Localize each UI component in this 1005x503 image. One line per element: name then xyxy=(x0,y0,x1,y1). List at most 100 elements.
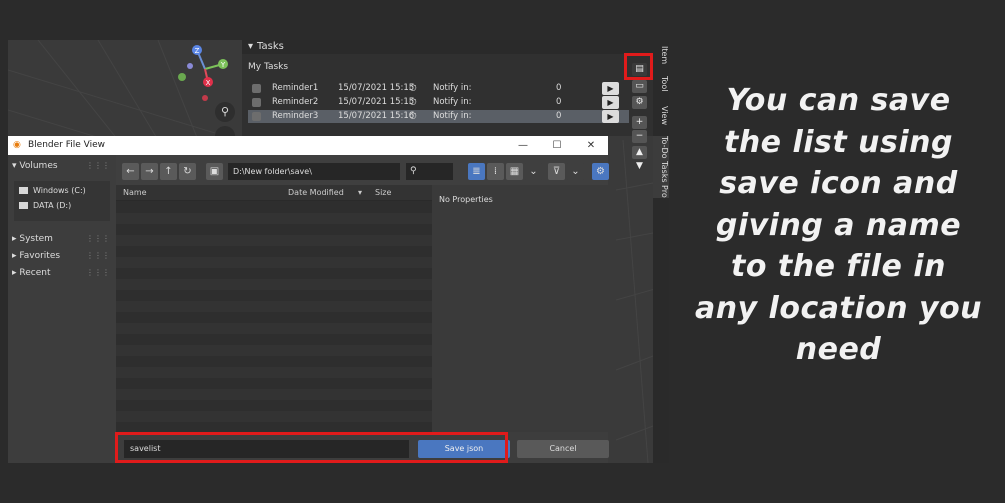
volumes-header[interactable]: ▾ Volumes xyxy=(12,161,58,171)
list-stripe xyxy=(116,323,432,334)
dialog-titlebar[interactable]: ◉ Blender File View — ☐ ✕ xyxy=(8,136,608,155)
task-date: 15/07/2021 15:16 xyxy=(338,111,415,121)
drive-label: DATA (D:) xyxy=(33,201,72,210)
grip-icon[interactable]: ⋮⋮⋮ xyxy=(86,268,110,277)
grip-icon[interactable]: ⋮⋮⋮ xyxy=(86,161,110,170)
thumbnail-view-icon[interactable]: ▦ xyxy=(506,163,523,180)
notify-label: Notify in: xyxy=(433,83,472,93)
column-name[interactable]: Name xyxy=(123,185,147,201)
notify-value[interactable]: 0 xyxy=(556,82,561,95)
tab-item[interactable]: Item xyxy=(653,46,669,64)
tab-todo-tasks-pro[interactable]: To-Do Tasks Pro xyxy=(653,136,669,198)
column-size[interactable]: Size xyxy=(375,185,391,201)
properties-panel: No Properties xyxy=(432,185,608,432)
no-properties-label: No Properties xyxy=(439,195,493,204)
cancel-button[interactable]: Cancel xyxy=(517,440,609,458)
grip-icon[interactable]: ⋮⋮⋮ xyxy=(86,234,110,243)
play-button[interactable]: ▶ xyxy=(602,110,619,123)
task-checkbox[interactable] xyxy=(252,112,261,121)
system-label: System xyxy=(19,234,53,244)
close-icon[interactable]: ✕ xyxy=(576,136,606,155)
gear-icon[interactable]: ⚙ xyxy=(592,163,609,180)
search-icon: ⚲ xyxy=(410,166,417,176)
list-stripe xyxy=(116,301,432,312)
file-list[interactable]: Name Date Modified ▾ Size xyxy=(116,185,432,432)
caption-line: the list using xyxy=(723,124,954,160)
dialog-sidebar: ▾ Volumes ⋮⋮⋮ Windows (C:) DATA (D:) ▸ S… xyxy=(8,155,116,463)
notify-value[interactable]: 0 xyxy=(556,96,561,109)
zoom-icon[interactable]: ⚲ xyxy=(215,102,235,122)
gizmo-y-label: Y xyxy=(220,61,226,69)
tasks-header-label: Tasks xyxy=(257,41,284,52)
new-folder-icon[interactable]: ▣ xyxy=(206,163,223,180)
parent-dir-icon[interactable]: ↑ xyxy=(160,163,177,180)
filter-icon[interactable]: ⊽ xyxy=(548,163,565,180)
system-header[interactable]: ▸ System xyxy=(12,234,53,244)
refresh-icon[interactable]: ↻ xyxy=(179,163,196,180)
list-stripe xyxy=(116,235,432,246)
task-row[interactable]: Reminder3 15/07/2021 15:16 ⏱ Notify in: … xyxy=(248,110,629,123)
column-date-modified[interactable]: Date Modified xyxy=(288,185,344,201)
path-input[interactable]: D:\New folder\save\ xyxy=(228,163,400,180)
settings-icon[interactable]: ⚙ xyxy=(632,96,647,109)
list-stripe xyxy=(116,345,432,356)
task-name: Reminder2 xyxy=(272,97,319,107)
grip-icon[interactable]: ⋮⋮⋮ xyxy=(86,251,110,260)
save-row-highlight xyxy=(115,432,508,463)
chevron-down-icon[interactable]: ⌄ xyxy=(567,163,584,180)
gizmo-x-label: X xyxy=(206,79,211,87)
detail-view-icon[interactable]: ⁞ xyxy=(487,163,504,180)
caption-line: save icon and xyxy=(719,166,958,201)
notify-label: Notify in: xyxy=(433,111,472,121)
back-arrow-icon[interactable]: ← xyxy=(122,163,139,180)
collapse-arrow-icon[interactable]: ▾ xyxy=(248,41,253,52)
tasks-panel-header[interactable]: ▾ Tasks xyxy=(242,40,657,54)
task-row[interactable]: Reminder2 15/07/2021 15:15 ⏱ Notify in: … xyxy=(248,96,629,109)
timer-icon[interactable]: ⏱ xyxy=(409,96,421,109)
chevron-down-icon[interactable]: ⌄ xyxy=(525,163,542,180)
caption: You can save the list using save icon an… xyxy=(672,80,1005,371)
timer-icon[interactable]: ⏱ xyxy=(409,82,421,95)
task-date: 15/07/2021 15:15 xyxy=(338,97,415,107)
save-icon-highlight xyxy=(624,53,653,80)
drive-item[interactable]: Windows (C:) xyxy=(19,186,86,195)
move-up-icon[interactable]: ▲ xyxy=(632,146,647,159)
task-name: Reminder3 xyxy=(272,111,319,121)
maximize-icon[interactable]: ☐ xyxy=(542,136,572,155)
caption-line: to the file in xyxy=(731,249,946,284)
caption-line: any location you xyxy=(694,290,983,326)
dialog-toolbar: ← → ↑ ↻ ▣ D:\New folder\save\ ⚲ ≣ ⁞ ▦ ⌄ … xyxy=(116,155,609,185)
recent-header[interactable]: ▸ Recent xyxy=(12,268,51,278)
remove-icon[interactable]: − xyxy=(632,130,647,143)
notify-value[interactable]: 0 xyxy=(556,110,561,123)
tab-view[interactable]: View xyxy=(653,106,669,125)
list-stripe xyxy=(116,389,432,400)
task-checkbox[interactable] xyxy=(252,84,261,93)
task-checkbox[interactable] xyxy=(252,98,261,107)
search-input[interactable]: ⚲ xyxy=(406,163,453,180)
my-tasks-label: My Tasks xyxy=(248,62,289,72)
list-stripe xyxy=(116,367,432,378)
forward-arrow-icon[interactable]: → xyxy=(141,163,158,180)
list-view-icon[interactable]: ≣ xyxy=(468,163,485,180)
open-folder-icon[interactable]: ▭ xyxy=(632,80,647,93)
minimize-icon[interactable]: — xyxy=(508,136,538,155)
volumes-label: Volumes xyxy=(19,161,58,171)
sort-arrow-icon[interactable]: ▾ xyxy=(358,185,362,201)
timer-icon[interactable]: ⏱ xyxy=(409,110,421,123)
task-date: 15/07/2021 15:15 xyxy=(338,83,415,93)
dialog-title: Blender File View xyxy=(28,140,106,150)
task-row[interactable]: Reminder1 15/07/2021 15:15 ⏱ Notify in: … xyxy=(248,82,629,95)
tab-tool[interactable]: Tool xyxy=(653,76,669,92)
play-button[interactable]: ▶ xyxy=(602,82,619,95)
add-icon[interactable]: + xyxy=(632,116,647,129)
volumes-list: Windows (C:) DATA (D:) xyxy=(14,181,110,221)
play-button[interactable]: ▶ xyxy=(602,96,619,109)
list-stripe xyxy=(116,213,432,224)
blender-logo-icon: ◉ xyxy=(13,140,21,150)
move-down-icon[interactable]: ▼ xyxy=(632,160,647,173)
drive-item[interactable]: DATA (D:) xyxy=(19,201,71,210)
caption-line: You can save xyxy=(726,83,951,118)
favorites-header[interactable]: ▸ Favorites xyxy=(12,251,60,261)
gizmo-z-label: Z xyxy=(195,47,200,55)
